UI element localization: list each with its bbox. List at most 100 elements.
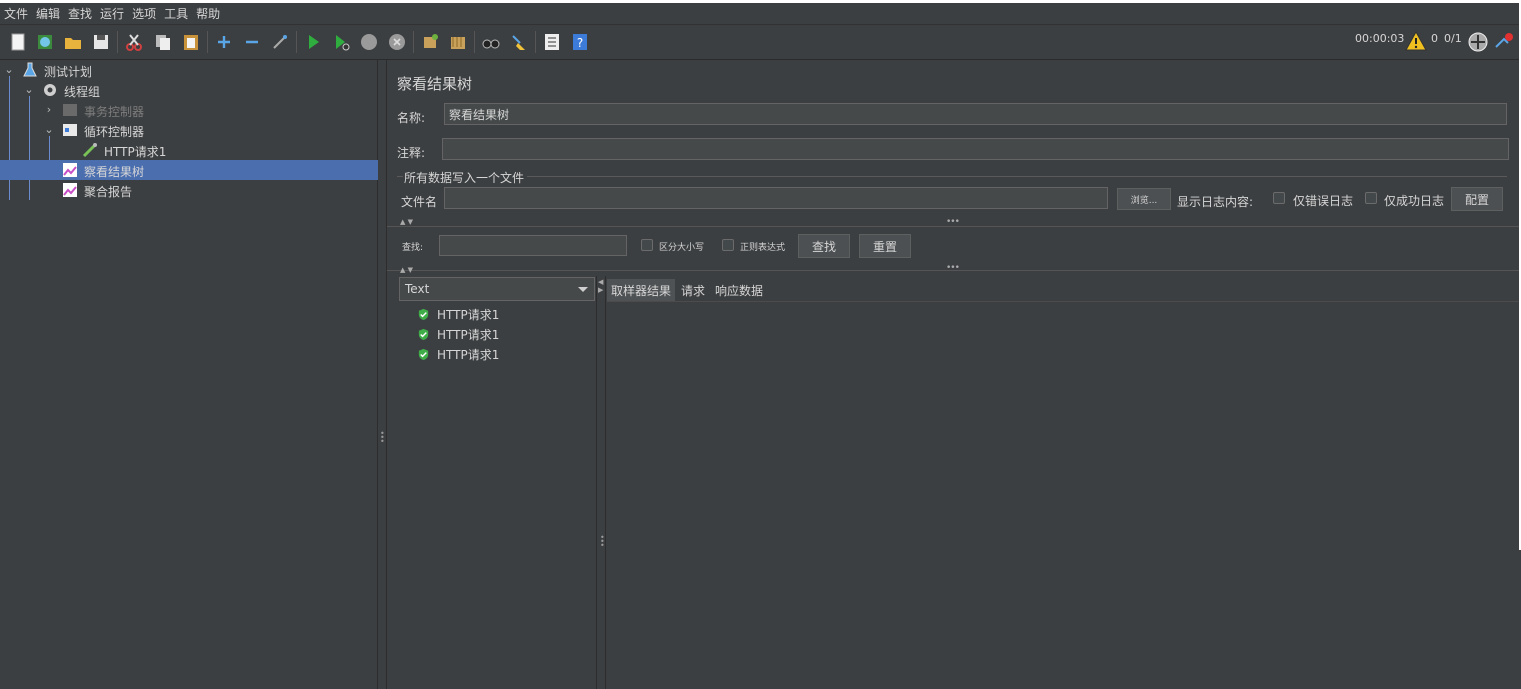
- group-border: [397, 176, 403, 177]
- clear-button[interactable]: [418, 30, 442, 54]
- tree-label: 聚合报告: [84, 185, 133, 199]
- splitter-grip: • • •: [600, 533, 605, 550]
- open-button[interactable]: [61, 30, 85, 54]
- success-shield-icon: [418, 348, 429, 360]
- tab-request[interactable]: 请求: [677, 279, 709, 301]
- renderer-select-value: Text: [405, 282, 430, 296]
- toolbar-separator: [413, 31, 414, 53]
- warning-icon[interactable]: [1405, 31, 1427, 51]
- shutdown-icon: [389, 34, 405, 50]
- chevron-right-icon[interactable]: ›: [43, 104, 55, 116]
- menu-edit[interactable]: 编辑: [36, 5, 60, 22]
- collapse-arrows-icon[interactable]: ▲ ▼: [400, 266, 413, 274]
- name-input[interactable]: [444, 103, 1507, 125]
- page-title: 察看结果树: [397, 75, 473, 93]
- search-label: 查找:: [402, 243, 424, 253]
- main-splitter[interactable]: • • •: [378, 60, 387, 689]
- tree-label: HTTP请求1: [104, 145, 167, 159]
- chevron-down-icon[interactable]: ⌄: [23, 84, 35, 96]
- toggle-button[interactable]: [268, 30, 292, 54]
- tab-sampler-result[interactable]: 取样器结果: [607, 279, 676, 301]
- splitter-grip[interactable]: •••: [946, 217, 960, 227]
- success-only-checkbox[interactable]: [1365, 192, 1377, 204]
- tree-node-aggregate-report[interactable]: 聚合报告: [0, 180, 378, 200]
- results-splitter[interactable]: ◀ ▶ • • •: [596, 276, 606, 689]
- group-border: [527, 176, 1507, 177]
- templates-button[interactable]: [33, 30, 57, 54]
- new-button[interactable]: [6, 30, 30, 54]
- reset-button[interactable]: 重置: [859, 234, 911, 258]
- log-viewer-icon[interactable]: [1493, 31, 1515, 53]
- search-input[interactable]: [439, 235, 627, 256]
- copy-button[interactable]: [151, 30, 175, 54]
- tree-node-loop-controller[interactable]: ⌄ 循环控制器: [0, 120, 378, 140]
- tab-response-data[interactable]: 响应数据: [711, 279, 767, 301]
- menu-run[interactable]: 运行: [100, 5, 124, 22]
- chart-listener-icon: [63, 183, 77, 197]
- splitter-grip[interactable]: •••: [946, 263, 960, 273]
- search-button[interactable]: [479, 30, 503, 54]
- start-button[interactable]: [301, 30, 325, 54]
- result-item[interactable]: HTTP请求1: [417, 305, 499, 323]
- errors-only-checkbox[interactable]: [1273, 192, 1285, 204]
- list-icon: [545, 34, 559, 50]
- collapse-arrows-icon[interactable]: ▲ ▼: [400, 218, 413, 226]
- regex-label: 正则表达式: [740, 243, 786, 253]
- cut-button[interactable]: [122, 30, 146, 54]
- tree-label: 线程组: [64, 85, 101, 99]
- log-content-label: 显示日志内容:: [1177, 195, 1254, 209]
- collapse-arrows-icon[interactable]: ◀ ▶: [598, 278, 603, 294]
- result-item[interactable]: HTTP请求1: [417, 345, 499, 363]
- menu-bar: 文件 编辑 查找 运行 选项 工具 帮助: [0, 3, 1519, 25]
- regex-checkbox[interactable]: [722, 239, 734, 251]
- collapse-all-button[interactable]: [240, 30, 264, 54]
- browse-button[interactable]: 浏览...: [1117, 188, 1171, 210]
- renderer-select[interactable]: Text: [399, 277, 595, 301]
- chevron-down-icon[interactable]: ⌄: [3, 64, 15, 76]
- tree-label: 测试计划: [44, 65, 93, 79]
- shutdown-button[interactable]: [385, 30, 409, 54]
- clear-all-button[interactable]: [446, 30, 470, 54]
- menu-search[interactable]: 查找: [68, 5, 92, 22]
- file-group-title: 所有数据写入一个文件: [404, 171, 525, 185]
- comment-input[interactable]: [442, 138, 1509, 160]
- save-button[interactable]: [89, 30, 113, 54]
- find-button[interactable]: 查找: [798, 234, 850, 258]
- stop-icon: [361, 34, 377, 50]
- menu-file[interactable]: 文件: [4, 5, 28, 22]
- tree-node-test-plan[interactable]: ⌄ 测试计划: [0, 60, 378, 80]
- broom-gear-icon: [424, 34, 438, 48]
- paste-button[interactable]: [179, 30, 203, 54]
- menu-options[interactable]: 选项: [132, 5, 156, 22]
- reset-search-button[interactable]: [507, 30, 531, 54]
- expand-all-button[interactable]: [212, 30, 236, 54]
- config-button[interactable]: 配置: [1451, 187, 1503, 211]
- tree-node-transaction-controller[interactable]: › 事务控制器: [0, 100, 378, 120]
- menu-tools[interactable]: 工具: [164, 5, 188, 22]
- jmeter-window: 文件 编辑 查找 运行 选项 工具 帮助 ? 00:00:03 0 0/1 ⌄ …: [0, 0, 1521, 689]
- chevron-down-icon[interactable]: ⌄: [43, 124, 55, 136]
- toolbar-separator: [117, 31, 118, 53]
- menu-help[interactable]: 帮助: [196, 5, 220, 22]
- help-icon: ?: [573, 34, 587, 50]
- toolbar-separator: [474, 31, 475, 53]
- result-item[interactable]: HTTP请求1: [417, 325, 499, 343]
- remote-status-icon[interactable]: [1467, 31, 1489, 53]
- filename-input[interactable]: [444, 187, 1108, 209]
- minus-icon: [246, 40, 258, 44]
- success-only-label: 仅成功日志: [1384, 194, 1445, 208]
- chevron-down-icon: [578, 287, 588, 292]
- tree-node-view-results-tree[interactable]: 察看结果树: [0, 160, 378, 180]
- function-helper-button[interactable]: [540, 30, 564, 54]
- play-no-timer-icon: [336, 35, 350, 51]
- case-sensitive-checkbox[interactable]: [641, 239, 653, 251]
- tree-node-thread-group[interactable]: ⌄ 线程组: [0, 80, 378, 100]
- help-button[interactable]: ?: [568, 30, 592, 54]
- broom-all-icon: [451, 37, 465, 49]
- gear-icon: [44, 84, 56, 96]
- test-plan-tree: ⌄ 测试计划 ⌄ 线程组 › 事务控制器 ⌄ 循环控制器 HTTP请求1 察看结…: [0, 60, 378, 689]
- stop-button[interactable]: [357, 30, 381, 54]
- start-no-pause-button[interactable]: [329, 30, 353, 54]
- elapsed-time: 00:00:03: [1355, 32, 1405, 45]
- tree-node-http-request[interactable]: HTTP请求1: [0, 140, 378, 160]
